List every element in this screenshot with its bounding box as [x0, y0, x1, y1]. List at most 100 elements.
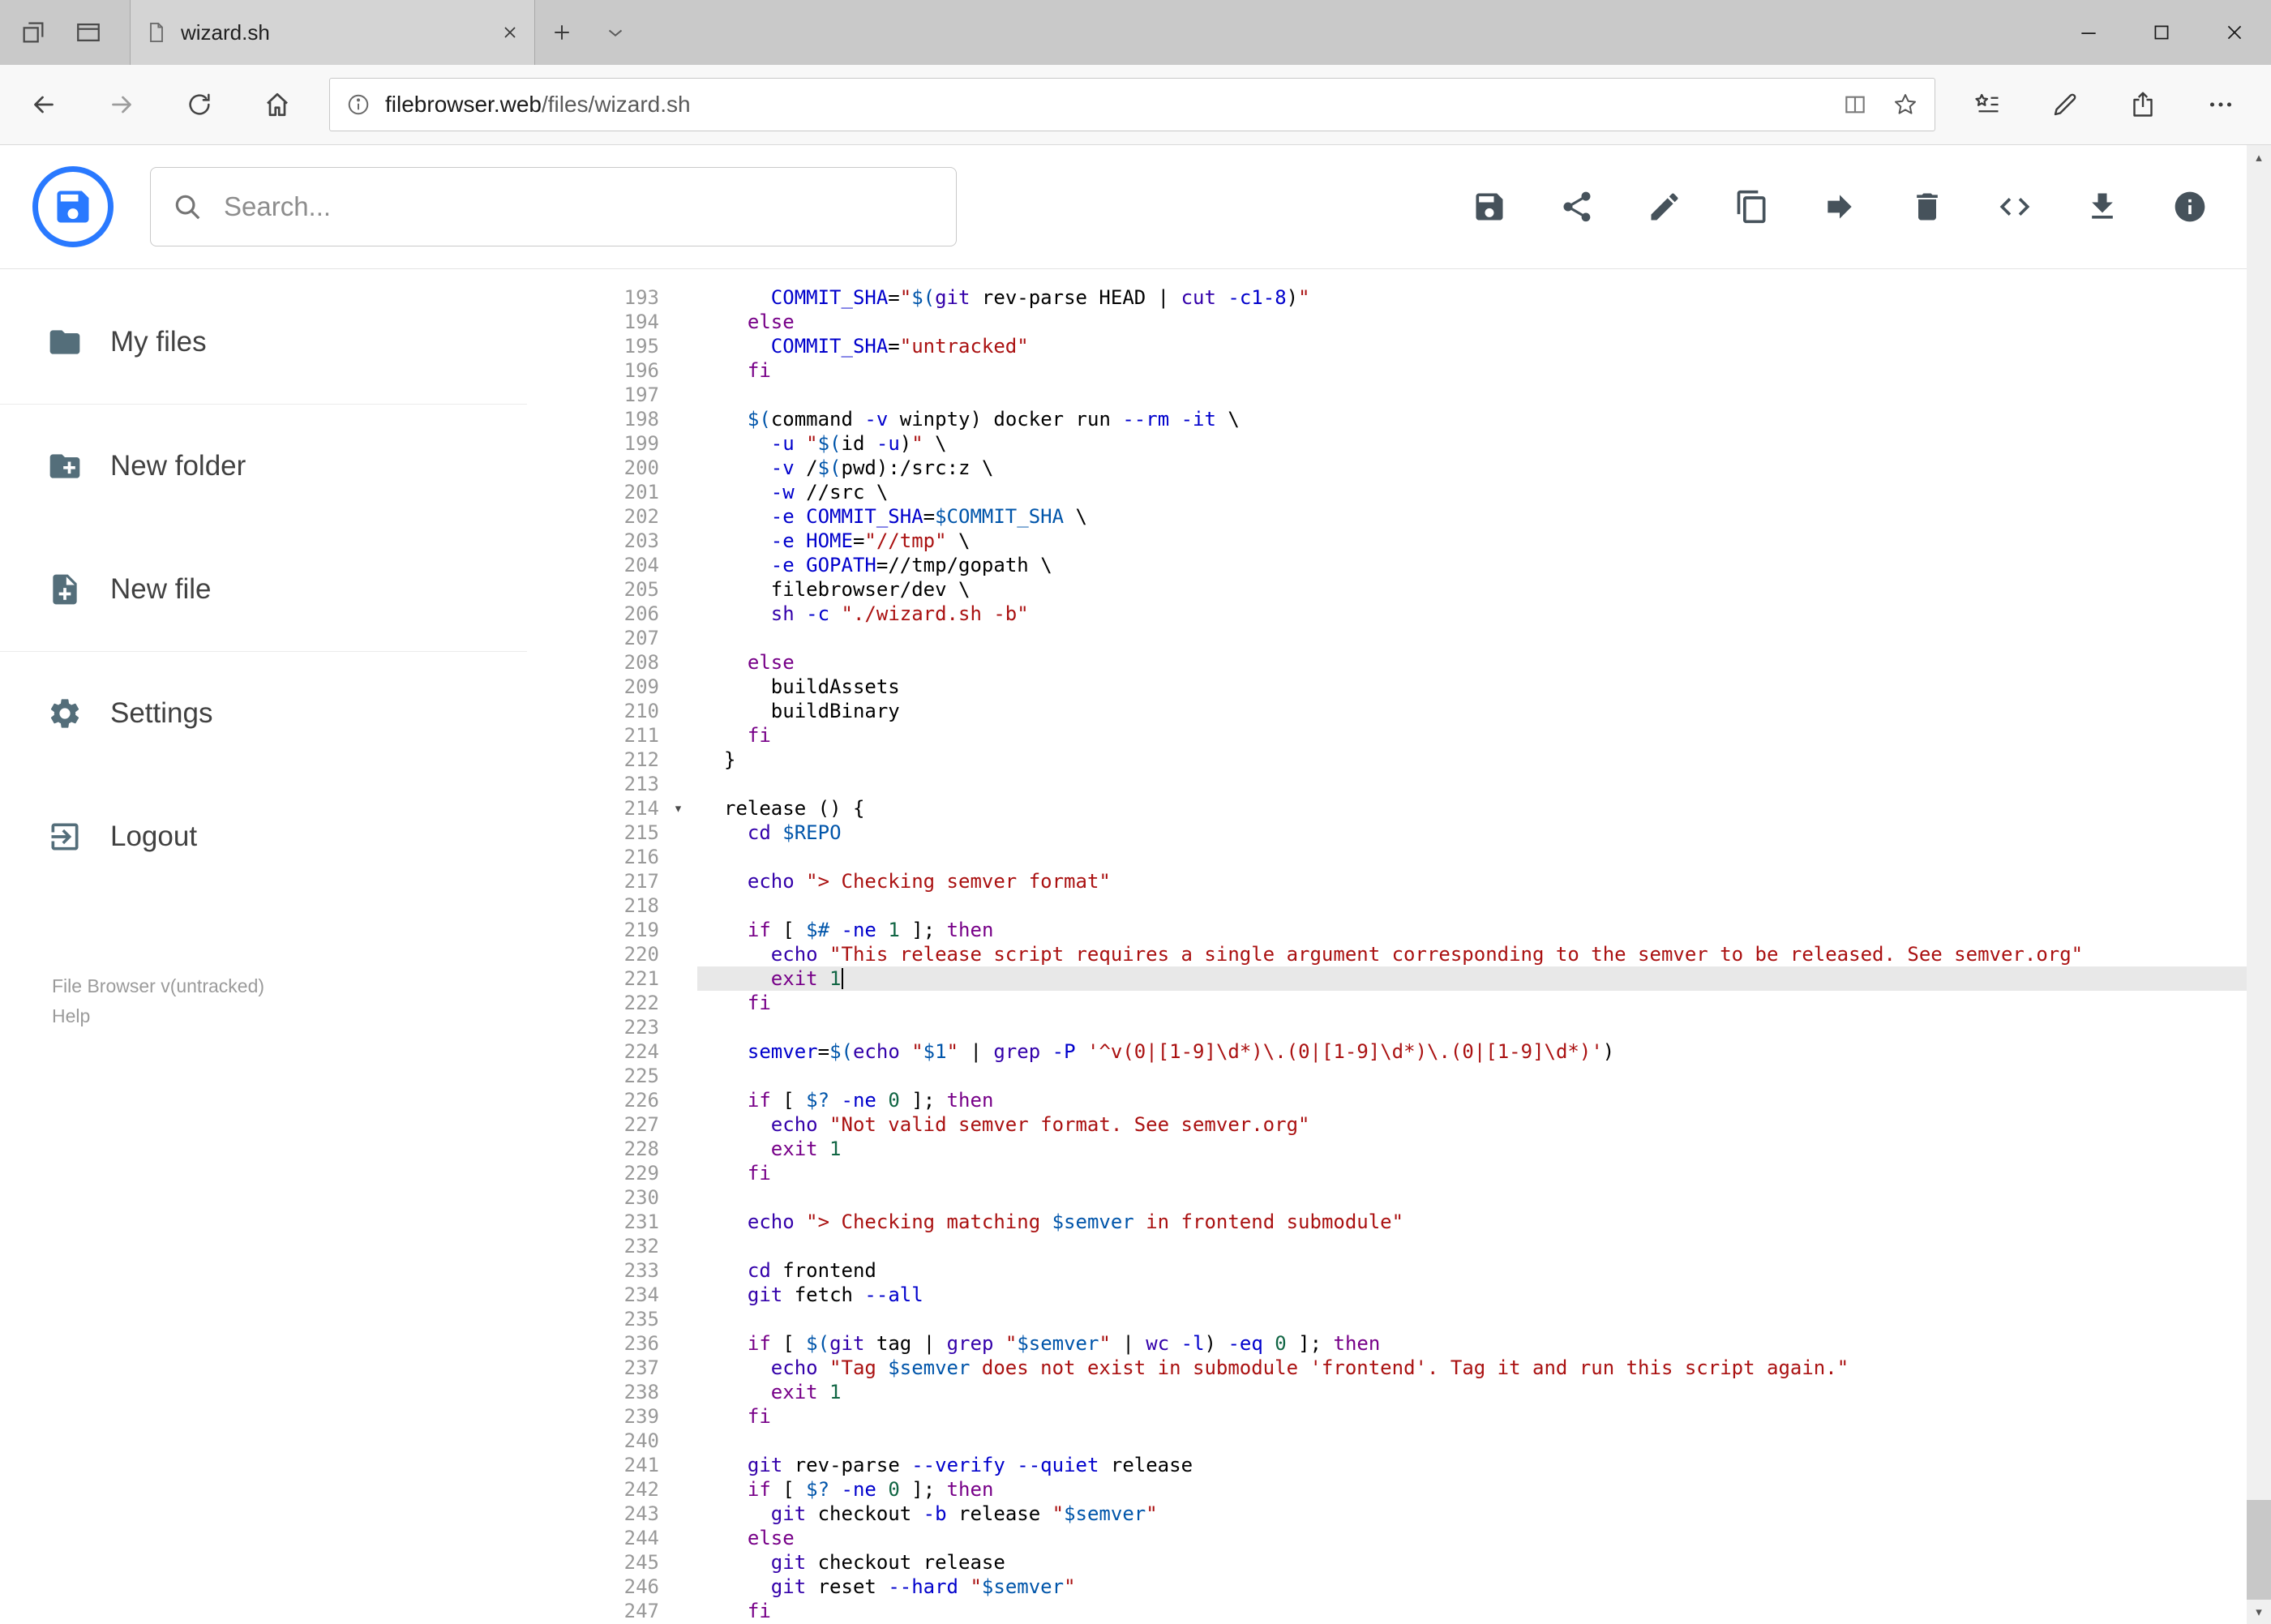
code-line-204[interactable]: 204 -e GOPATH=//tmp/gopath \	[527, 553, 2271, 577]
code-line-240[interactable]: 240	[527, 1429, 2271, 1453]
code-line-201[interactable]: 201 -w //src \	[527, 480, 2271, 504]
code-line-202[interactable]: 202 -e COMMIT_SHA=$COMMIT_SHA \	[527, 504, 2271, 529]
copy-button[interactable]	[1734, 189, 1770, 225]
code-line-199[interactable]: 199 -u "$(id -u)" \	[527, 431, 2271, 456]
minimize-button[interactable]	[2052, 0, 2125, 65]
search-input[interactable]	[222, 191, 935, 223]
scroll-down-arrow-icon[interactable]: ▾	[2247, 1600, 2271, 1624]
code-line-213[interactable]: 213	[527, 772, 2271, 796]
refresh-button[interactable]	[161, 65, 238, 144]
tab-previews-button[interactable]	[75, 19, 102, 46]
close-window-button[interactable]	[2198, 0, 2271, 65]
code-line-226[interactable]: 226 if [ $? -ne 0 ]; then	[527, 1088, 2271, 1112]
page-scrollbar[interactable]: ▴ ▾	[2247, 145, 2271, 1624]
code-line-228[interactable]: 228 exit 1	[527, 1137, 2271, 1161]
sidebar-item-logout[interactable]: Logout	[0, 775, 527, 898]
code-line-224[interactable]: 224 semver=$(echo "$1" | grep -P '^v(0|[…	[527, 1039, 2271, 1064]
code-line-193[interactable]: 193 COMMIT_SHA="$(git rev-parse HEAD | c…	[527, 285, 2271, 310]
scrollbar-thumb[interactable]	[2247, 1500, 2271, 1600]
app-logo[interactable]	[32, 166, 114, 247]
set-tabs-aside-button[interactable]	[19, 19, 47, 46]
code-line-217[interactable]: 217 echo "> Checking semver format"	[527, 869, 2271, 893]
hub-button[interactable]	[1948, 65, 2026, 144]
code-line-215[interactable]: 215 cd $REPO	[527, 821, 2271, 845]
more-options-button[interactable]	[2182, 65, 2260, 144]
code-line-234[interactable]: 234 git fetch --all	[527, 1283, 2271, 1307]
code-line-203[interactable]: 203 -e HOME="//tmp" \	[527, 529, 2271, 553]
code-line-222[interactable]: 222 fi	[527, 991, 2271, 1015]
code-line-207[interactable]: 207	[527, 626, 2271, 650]
code-editor[interactable]: 193 COMMIT_SHA="$(git rev-parse HEAD | c…	[527, 269, 2271, 1624]
code-line-235[interactable]: 235	[527, 1307, 2271, 1331]
tab-close-button[interactable]	[500, 23, 520, 42]
code-line-237[interactable]: 237 echo "Tag $semver does not exist in …	[527, 1356, 2271, 1380]
save-button[interactable]	[1472, 189, 1507, 225]
code-line-238[interactable]: 238 exit 1	[527, 1380, 2271, 1404]
code-line-229[interactable]: 229 fi	[527, 1161, 2271, 1185]
sidebar-item-my-files[interactable]: My files	[0, 281, 527, 404]
sidebar-item-new-file[interactable]: New file	[0, 528, 527, 651]
code-line-210[interactable]: 210 buildBinary	[527, 699, 2271, 723]
share-page-button[interactable]	[2104, 65, 2182, 144]
code-line-230[interactable]: 230	[527, 1185, 2271, 1210]
code-line-205[interactable]: 205 filebrowser/dev \	[527, 577, 2271, 602]
search-box[interactable]	[150, 167, 957, 246]
code-line-220[interactable]: 220 echo "This release script requires a…	[527, 942, 2271, 966]
code-line-219[interactable]: 219 if [ $# -ne 1 ]; then	[527, 918, 2271, 942]
code-line-208[interactable]: 208 else	[527, 650, 2271, 675]
code-line-247[interactable]: 247 fi	[527, 1599, 2271, 1623]
code-line-231[interactable]: 231 echo "> Checking matching $semver in…	[527, 1210, 2271, 1234]
tab-preview-toggle[interactable]	[589, 0, 642, 65]
maximize-button[interactable]	[2125, 0, 2198, 65]
code-line-211[interactable]: 211 fi	[527, 723, 2271, 748]
forward-button[interactable]	[83, 65, 161, 144]
home-button[interactable]	[238, 65, 316, 144]
ink-notes-button[interactable]	[2026, 65, 2104, 144]
code-line-214[interactable]: 214 ▾ release () {	[527, 796, 2271, 821]
download-button[interactable]	[2085, 189, 2120, 225]
code-line-223[interactable]: 223	[527, 1015, 2271, 1039]
share-button[interactable]	[1559, 189, 1595, 225]
site-info-icon[interactable]	[346, 92, 371, 117]
code-line-194[interactable]: 194 else	[527, 310, 2271, 334]
code-line-232[interactable]: 232	[527, 1234, 2271, 1258]
fold-open-icon[interactable]: ▾	[659, 796, 697, 821]
code-line-197[interactable]: 197	[527, 383, 2271, 407]
code-line-206[interactable]: 206 sh -c "./wizard.sh -b"	[527, 602, 2271, 626]
code-line-236[interactable]: 236 if [ $(git tag | grep "$semver" | wc…	[527, 1331, 2271, 1356]
code-line-216[interactable]: 216	[527, 845, 2271, 869]
code-line-239[interactable]: 239 fi	[527, 1404, 2271, 1429]
code-line-212[interactable]: 212}	[527, 748, 2271, 772]
code-line-245[interactable]: 245 git checkout release	[527, 1550, 2271, 1575]
info-button[interactable]	[2172, 189, 2208, 225]
reading-view-button[interactable]	[1842, 92, 1868, 118]
add-favorite-button[interactable]	[1892, 92, 1918, 118]
code-line-227[interactable]: 227 echo "Not valid semver format. See s…	[527, 1112, 2271, 1137]
new-tab-button[interactable]	[535, 0, 589, 65]
code-line-198[interactable]: 198 $(command -v winpty) docker run --rm…	[527, 407, 2271, 431]
code-line-221[interactable]: 221 exit 1	[527, 966, 2271, 991]
code-line-200[interactable]: 200 -v /$(pwd):/src:z \	[527, 456, 2271, 480]
address-bar[interactable]: filebrowser.web/files/wizard.sh	[329, 78, 1935, 131]
browser-tab[interactable]: wizard.sh	[130, 0, 535, 65]
help-link[interactable]: Help	[52, 1005, 90, 1026]
code-line-244[interactable]: 244 else	[527, 1526, 2271, 1550]
code-line-218[interactable]: 218	[527, 893, 2271, 918]
raw-code-button[interactable]	[1997, 189, 2033, 225]
code-line-246[interactable]: 246 git reset --hard "$semver"	[527, 1575, 2271, 1599]
code-line-225[interactable]: 225	[527, 1064, 2271, 1088]
delete-button[interactable]	[1909, 189, 1945, 225]
code-line-241[interactable]: 241 git rev-parse --verify --quiet relea…	[527, 1453, 2271, 1477]
code-line-243[interactable]: 243 git checkout -b release "$semver"	[527, 1502, 2271, 1526]
edit-button[interactable]	[1647, 189, 1682, 225]
code-line-242[interactable]: 242 if [ $? -ne 0 ]; then	[527, 1477, 2271, 1502]
code-line-195[interactable]: 195 COMMIT_SHA="untracked"	[527, 334, 2271, 358]
move-button[interactable]	[1822, 189, 1858, 225]
scroll-up-arrow-icon[interactable]: ▴	[2247, 145, 2271, 169]
code-line-209[interactable]: 209 buildAssets	[527, 675, 2271, 699]
back-button[interactable]	[5, 65, 83, 144]
code-line-196[interactable]: 196 fi	[527, 358, 2271, 383]
sidebar-item-new-folder[interactable]: New folder	[0, 405, 527, 528]
code-line-233[interactable]: 233 cd frontend	[527, 1258, 2271, 1283]
sidebar-item-settings[interactable]: Settings	[0, 652, 527, 775]
